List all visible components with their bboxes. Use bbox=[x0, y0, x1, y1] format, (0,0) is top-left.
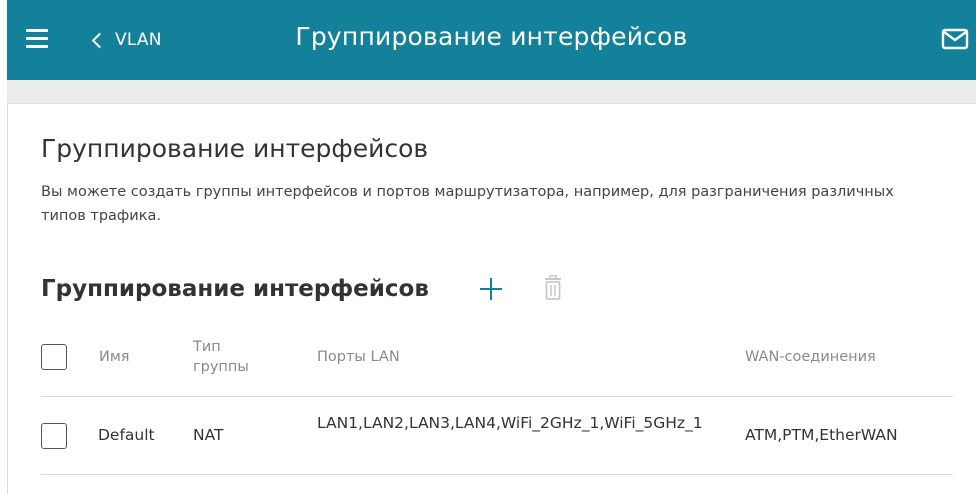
row-lan-ports: LAN1,LAN2,LAN3,LAN4,WiFi_2GHz_1,WiFi_5GH… bbox=[317, 414, 703, 432]
header-title: Группирование интерфейсов bbox=[295, 22, 688, 51]
add-group-button[interactable] bbox=[478, 276, 504, 302]
column-header-wan[interactable]: WAN-соединения bbox=[745, 347, 876, 367]
page-title: Группирование интерфейсов bbox=[41, 134, 429, 163]
row-checkbox[interactable] bbox=[41, 423, 67, 449]
column-header-lan-ports[interactable]: Порты LAN bbox=[317, 347, 400, 367]
trash-icon[interactable] bbox=[542, 275, 564, 301]
row-name[interactable]: Default bbox=[98, 425, 155, 446]
mail-icon[interactable] bbox=[941, 27, 969, 51]
section-title: Группирование интерфейсов bbox=[41, 276, 429, 302]
table-divider bbox=[41, 474, 953, 475]
row-wan: ATM,PTM,EtherWAN bbox=[745, 426, 898, 444]
top-bar: VLAN Группирование интерфейсов bbox=[7, 0, 976, 80]
content-left-border bbox=[7, 104, 8, 494]
column-header-name[interactable]: Имя bbox=[99, 347, 130, 367]
row-type: NAT bbox=[193, 426, 224, 444]
page-description: Вы можете создать группы интерфейсов и п… bbox=[41, 184, 894, 224]
header-divider-strip bbox=[7, 80, 976, 104]
select-all-checkbox[interactable] bbox=[41, 344, 67, 370]
column-header-type[interactable]: Тип группы bbox=[193, 337, 263, 377]
table-divider bbox=[41, 396, 953, 397]
